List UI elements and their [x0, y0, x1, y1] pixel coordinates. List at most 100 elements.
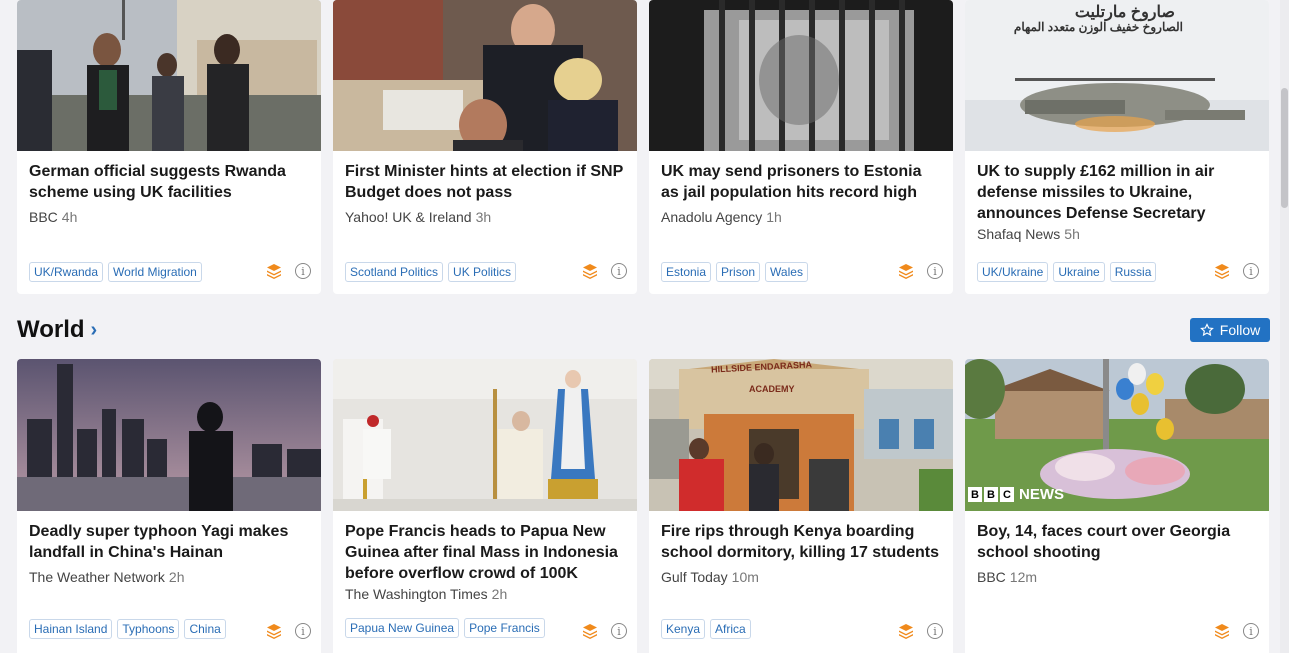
- article-image[interactable]: [649, 0, 953, 151]
- news-card[interactable]: Pope Francis heads to Papua New Guinea a…: [333, 359, 637, 653]
- stack-icon[interactable]: [1213, 262, 1231, 280]
- card-actions: i: [265, 622, 311, 640]
- topic-tag[interactable]: Estonia: [661, 262, 712, 282]
- article-image[interactable]: [333, 359, 637, 511]
- scrollbar[interactable]: [1280, 0, 1289, 653]
- topic-tag[interactable]: Russia: [1109, 262, 1157, 282]
- tag-list: Estonia Prison Wales: [661, 262, 808, 282]
- card-actions: i: [265, 262, 311, 280]
- news-card[interactable]: صاروخ مارتليت الصاروخ خفيف الوزن متعدد ا…: [965, 0, 1269, 294]
- timestamp: 12m: [1009, 569, 1038, 585]
- card-actions: i: [897, 262, 943, 280]
- stack-icon[interactable]: [581, 622, 599, 640]
- article-image[interactable]: [17, 0, 321, 151]
- timestamp: 2h: [491, 586, 508, 602]
- card-actions: i: [581, 622, 627, 640]
- topic-tag[interactable]: Prison: [716, 262, 761, 282]
- stack-icon[interactable]: [581, 262, 599, 280]
- image-caption-text: صاروخ مارتليت: [1074, 4, 1175, 21]
- topic-tag[interactable]: China: [184, 619, 226, 639]
- news-card[interactable]: German official suggests Rwanda scheme u…: [17, 0, 321, 294]
- tag-list: UK/Rwanda World Migration: [29, 262, 202, 282]
- info-icon[interactable]: i: [927, 263, 943, 279]
- topic-tag[interactable]: Papua New Guinea: [345, 618, 460, 638]
- topic-tag[interactable]: Scotland Politics: [345, 262, 444, 282]
- headline[interactable]: Deadly super typhoon Yagi makes landfall…: [29, 521, 309, 563]
- headline[interactable]: German official suggests Rwanda scheme u…: [29, 161, 309, 203]
- info-icon[interactable]: i: [1243, 263, 1259, 279]
- bbc-news-wordmark: NEWS: [1019, 486, 1064, 503]
- card-actions: i: [897, 622, 943, 640]
- tag-list: UK/Ukraine Ukraine Russia: [977, 262, 1157, 282]
- info-icon[interactable]: i: [295, 263, 311, 279]
- topic-tag[interactable]: Hainan Island: [29, 619, 113, 639]
- info-icon[interactable]: i: [611, 623, 627, 639]
- topic-tag[interactable]: Kenya: [661, 619, 706, 639]
- source-name[interactable]: The Washington Times: [345, 586, 488, 602]
- follow-label: Follow: [1219, 322, 1261, 338]
- timestamp: 2h: [168, 569, 185, 585]
- stack-icon[interactable]: [265, 622, 283, 640]
- image-caption-subtext: الصاروخ خفيف الوزن متعدد المهام: [1013, 20, 1183, 34]
- stack-icon[interactable]: [897, 622, 915, 640]
- stack-icon[interactable]: [265, 262, 283, 280]
- news-card[interactable]: Boy, 14, faces court over Georgia school…: [965, 359, 1269, 653]
- article-image[interactable]: [17, 359, 321, 511]
- topic-tag[interactable]: UK/Rwanda: [29, 262, 104, 282]
- article-meta: Anadolu Agency 1h: [661, 209, 941, 225]
- topic-tag[interactable]: Pope Francis: [464, 618, 545, 638]
- tag-list: Papua New Guinea Pope Francis: [345, 618, 545, 638]
- timestamp: 4h: [61, 209, 78, 225]
- headline[interactable]: UK to supply £162 million in air defense…: [977, 161, 1257, 224]
- article-meta: The Weather Network 2h: [29, 569, 309, 585]
- headline[interactable]: UK may send prisoners to Estonia as jail…: [661, 161, 941, 203]
- topic-tag[interactable]: UK Politics: [448, 262, 517, 282]
- topic-tag[interactable]: Africa: [710, 619, 751, 639]
- timestamp: 3h: [475, 209, 492, 225]
- headline[interactable]: First Minister hints at election if SNP …: [345, 161, 625, 203]
- source-name[interactable]: BBC: [29, 209, 58, 225]
- topic-tag[interactable]: Typhoons: [117, 619, 180, 639]
- chevron-right-icon[interactable]: ›: [91, 319, 98, 342]
- section-title[interactable]: World: [17, 316, 85, 344]
- news-card[interactable]: Deadly super typhoon Yagi makes landfall…: [17, 359, 321, 653]
- card-actions: i: [1213, 622, 1259, 640]
- article-image[interactable]: صاروخ مارتليت الصاروخ خفيف الوزن متعدد ا…: [965, 0, 1269, 151]
- info-icon[interactable]: i: [927, 623, 943, 639]
- source-name[interactable]: Yahoo! UK & Ireland: [345, 209, 472, 225]
- article-meta: Yahoo! UK & Ireland 3h: [345, 209, 625, 225]
- topic-tag[interactable]: UK/Ukraine: [977, 262, 1049, 282]
- tag-list: Kenya Africa: [661, 619, 751, 639]
- info-icon[interactable]: i: [1243, 623, 1259, 639]
- stack-icon[interactable]: [1213, 622, 1231, 640]
- source-name[interactable]: Shafaq News: [977, 226, 1060, 242]
- timestamp: 5h: [1064, 226, 1080, 242]
- news-card[interactable]: HILLSIDE ENDARASHA ACADEMY Fire rips thr…: [649, 359, 953, 653]
- topic-tag[interactable]: Wales: [765, 262, 808, 282]
- scrollbar-thumb[interactable]: [1281, 88, 1288, 208]
- source-name[interactable]: Gulf Today: [661, 569, 728, 585]
- topic-tag[interactable]: Ukraine: [1053, 262, 1105, 282]
- article-meta: The Washington Times 2h: [345, 586, 625, 602]
- follow-button[interactable]: Follow: [1190, 318, 1270, 342]
- headline[interactable]: Pope Francis heads to Papua New Guinea a…: [345, 521, 625, 584]
- article-image[interactable]: HILLSIDE ENDARASHA ACADEMY: [649, 359, 953, 511]
- article-image[interactable]: [333, 0, 637, 151]
- star-icon: [1199, 323, 1214, 337]
- source-name[interactable]: Anadolu Agency: [661, 209, 762, 225]
- timestamp: 1h: [766, 209, 782, 225]
- timestamp: 10m: [731, 569, 759, 585]
- topic-tag[interactable]: World Migration: [108, 262, 202, 282]
- stack-icon[interactable]: [897, 262, 915, 280]
- article-meta: BBC 4h: [29, 209, 309, 225]
- source-name[interactable]: The Weather Network: [29, 569, 165, 585]
- info-icon[interactable]: i: [295, 623, 311, 639]
- news-card[interactable]: UK may send prisoners to Estonia as jail…: [649, 0, 953, 294]
- section-header: World ›: [17, 316, 97, 344]
- news-card[interactable]: First Minister hints at election if SNP …: [333, 0, 637, 294]
- headline[interactable]: Boy, 14, faces court over Georgia school…: [977, 521, 1257, 563]
- info-icon[interactable]: i: [611, 263, 627, 279]
- source-name[interactable]: BBC: [977, 569, 1006, 585]
- headline[interactable]: Fire rips through Kenya boarding school …: [661, 521, 941, 563]
- tag-list: Hainan Island Typhoons China: [29, 619, 226, 639]
